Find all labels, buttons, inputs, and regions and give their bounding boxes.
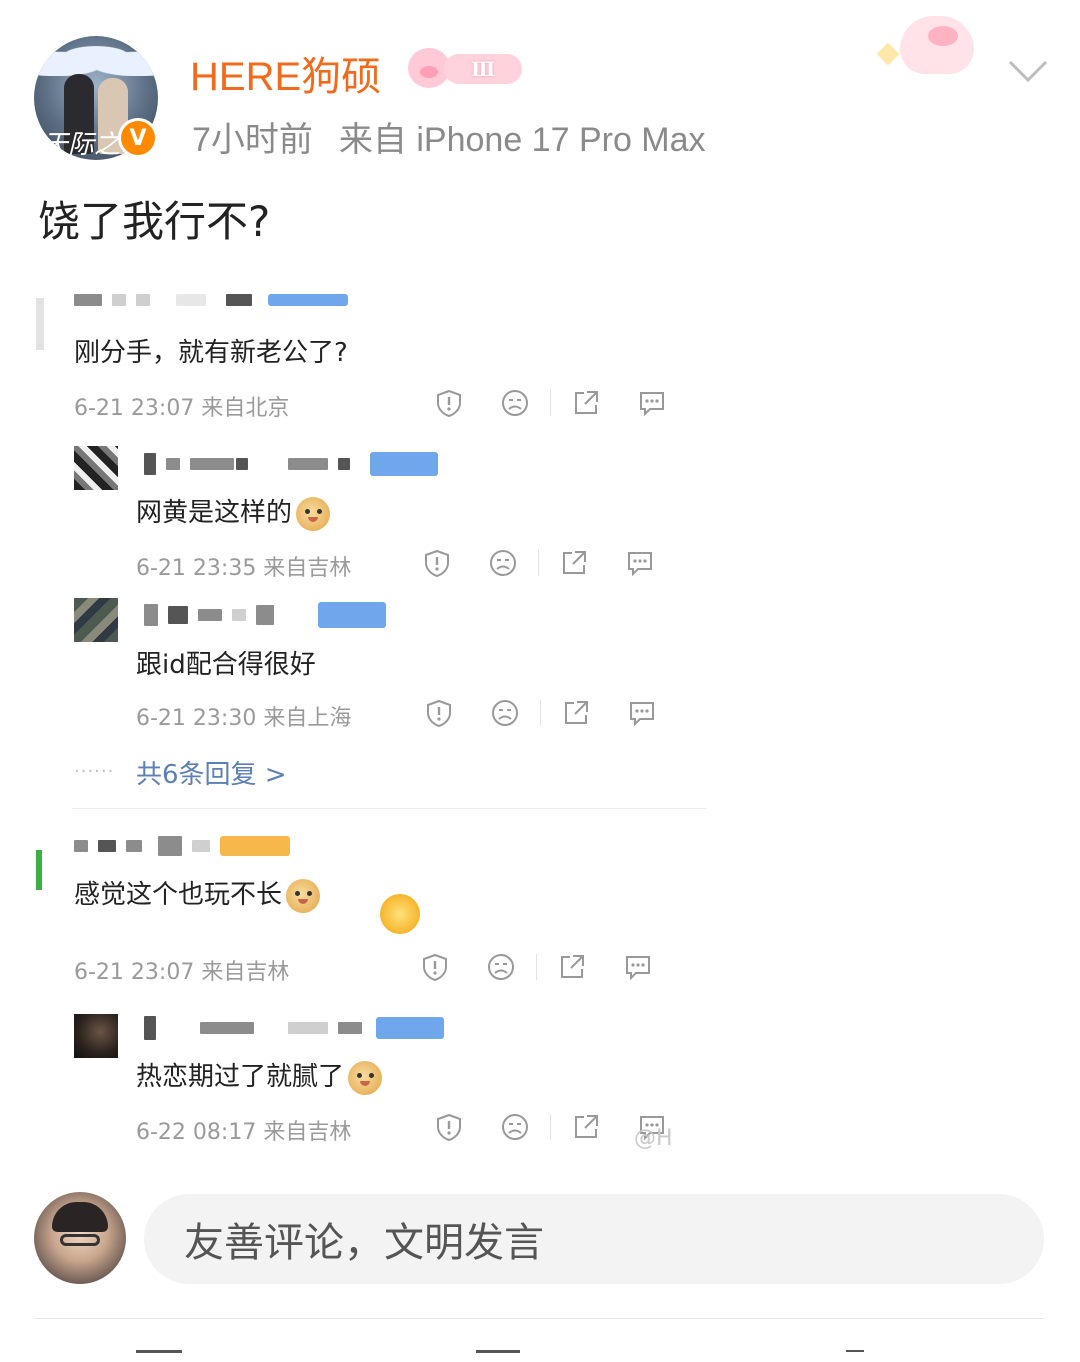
reply-text: 网黄是这样的 <box>136 498 293 528</box>
share-icon[interactable] <box>557 952 587 982</box>
dislike-icon[interactable] <box>486 952 516 982</box>
repost-icon[interactable] <box>136 1350 182 1362</box>
reply-actions <box>434 1112 667 1142</box>
reply-avatar[interactable] <box>74 1014 118 1058</box>
dislike-icon[interactable] <box>490 698 520 728</box>
dislike-icon[interactable] <box>500 388 530 418</box>
report-icon[interactable] <box>434 1112 464 1142</box>
pig-decoration-icon <box>876 6 990 76</box>
reply-meta: 6-22 08:17 来自吉林 <box>136 1120 352 1145</box>
reply-meta: 6-21 23:35 来自吉林 <box>136 556 352 581</box>
post-time: 7小时前 <box>192 121 313 159</box>
blurred-username <box>74 836 290 856</box>
verified-icon: V <box>118 118 158 158</box>
share-icon[interactable] <box>571 388 601 418</box>
comment-actions <box>434 388 667 418</box>
doge-emoji-icon <box>286 878 321 913</box>
comment-text-line: 感觉这个也玩不长 <box>74 874 321 913</box>
share-icon[interactable] <box>571 1112 601 1142</box>
doge-emoji-icon <box>348 1060 383 1095</box>
report-icon[interactable] <box>422 548 452 578</box>
comment-input[interactable]: 友善评论，文明发言 <box>144 1194 1044 1284</box>
reply-meta: 6-21 23:30 来自上海 <box>136 706 352 731</box>
more-replies-link[interactable]: 共6条回复 > <box>136 754 287 791</box>
level-badge[interactable]: Ⅲ <box>408 46 522 90</box>
chevron-down-icon[interactable] <box>1008 50 1048 90</box>
reply-text: 跟id配合得很好 <box>136 650 316 680</box>
reply-text-line: 网黄是这样的 <box>136 492 331 531</box>
reply-text: 热恋期过了就腻了 <box>136 1062 345 1092</box>
embedded-screenshot[interactable]: 刚分手，就有新老公了? 6-21 23:07 来自北京 网黄是这样的 6-21 … <box>36 284 706 1160</box>
dislike-icon[interactable] <box>488 548 518 578</box>
reply-avatar[interactable] <box>74 446 118 490</box>
thread-dots: ...... <box>74 756 115 777</box>
post-source: 来自 iPhone 17 Pro Max <box>338 121 706 159</box>
comment-icon[interactable] <box>637 388 667 418</box>
blurred-username <box>144 602 386 628</box>
comment-text: 刚分手，就有新老公了? <box>74 338 348 368</box>
blurred-username <box>74 294 348 306</box>
blurred-username <box>144 452 438 476</box>
comment-input-placeholder: 友善评论，文明发言 <box>184 1221 544 1265</box>
comment-icon[interactable] <box>627 698 657 728</box>
like-icon[interactable] <box>846 1350 864 1362</box>
share-icon[interactable] <box>559 548 589 578</box>
author-name[interactable]: HERE狗硕 <box>190 44 381 102</box>
divider <box>72 808 706 809</box>
weibo-watermark: @H <box>634 1126 673 1151</box>
dislike-icon[interactable] <box>500 1112 530 1142</box>
reply-avatar[interactable] <box>74 598 118 642</box>
avatar-frame-decoration <box>34 36 158 76</box>
share-icon[interactable] <box>561 698 591 728</box>
comment-meta: 6-21 23:07 来自吉林 <box>74 960 290 985</box>
comment-actions <box>420 952 653 982</box>
reply-actions <box>422 548 655 578</box>
level-badge-label: Ⅲ <box>444 54 522 84</box>
blurred-username <box>144 1016 444 1040</box>
reply-text-line: 热恋期过了就腻了 <box>136 1056 383 1095</box>
report-icon[interactable] <box>424 698 454 728</box>
coin-reward-icon <box>380 894 420 934</box>
report-icon[interactable] <box>420 952 450 982</box>
post-text: 饶了我行不? <box>38 197 271 246</box>
comment-icon[interactable] <box>476 1350 520 1362</box>
comment-meta: 6-21 23:07 来自北京 <box>74 396 290 421</box>
comment-icon[interactable] <box>625 548 655 578</box>
comment-text: 感觉这个也玩不长 <box>74 880 283 910</box>
post-meta: 7小时前 来自 iPhone 17 Pro Max <box>192 112 706 161</box>
current-user-avatar[interactable] <box>34 1192 126 1284</box>
doge-emoji-icon <box>296 496 331 531</box>
comment-icon[interactable] <box>623 952 653 982</box>
divider <box>34 1318 1044 1319</box>
reply-actions <box>424 698 657 728</box>
report-icon[interactable] <box>434 388 464 418</box>
